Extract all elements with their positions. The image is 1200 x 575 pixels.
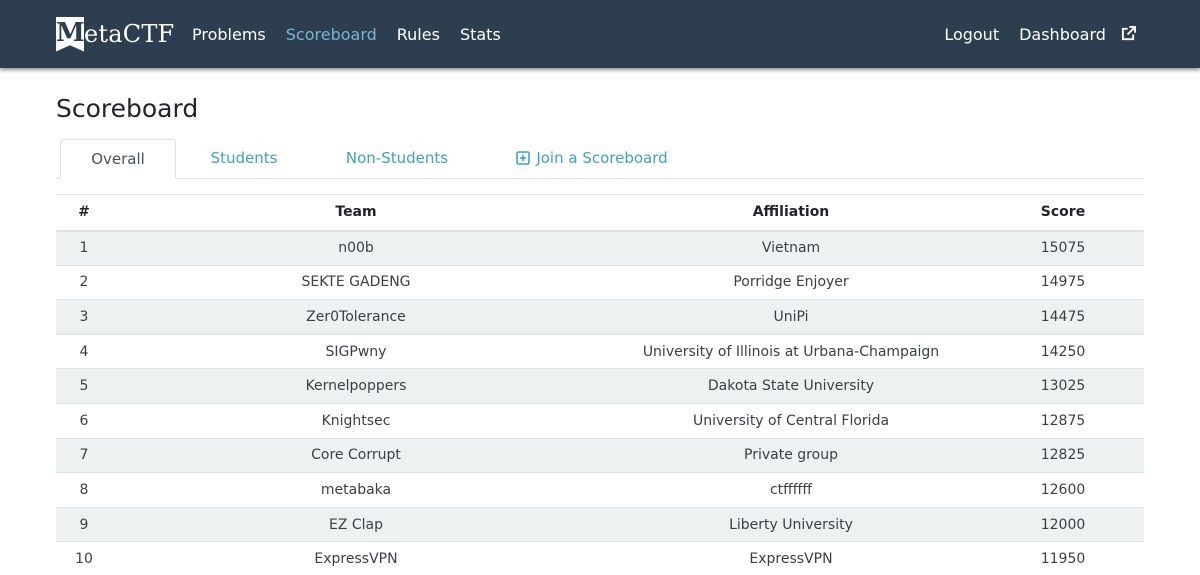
scoreboard-tabs: Overall Students Non-Students Join a Sco… [56, 139, 1144, 179]
cell-affiliation: University of Central Florida [600, 402, 982, 439]
cell-rank: 6 [56, 402, 112, 439]
metactf-logo[interactable]: M etaCTF [56, 16, 174, 52]
cell-team: ExpressVPN [112, 541, 600, 575]
nav-dashboard[interactable]: Dashboard [1019, 25, 1136, 44]
cell-rank: 1 [56, 230, 112, 266]
header-team: Team [112, 194, 600, 232]
cell-score: 13025 [982, 368, 1144, 404]
cell-team: SEKTE GADENG [112, 264, 600, 300]
table-row: 6 Knightsec University of Central Florid… [56, 402, 1144, 439]
table-row: 5 Kernelpoppers Dakota State University … [56, 368, 1144, 404]
cell-affiliation: Vietnam [600, 230, 982, 266]
cell-affiliation: University of Illinois at Urbana-Champai… [600, 333, 982, 369]
cell-affiliation: UniPi [600, 299, 982, 335]
cell-affiliation: ctffffff [600, 472, 982, 508]
header-affiliation: Affiliation [600, 194, 982, 232]
cell-team: n00b [112, 230, 600, 266]
tab-overall[interactable]: Overall [60, 139, 176, 179]
cell-team: EZ Clap [112, 506, 600, 542]
cell-score: 12825 [982, 437, 1144, 473]
table-header-row: # Team Affiliation Score [56, 194, 1144, 232]
cell-affiliation: ExpressVPN [600, 541, 982, 575]
user-nav: Logout Dashboard [924, 0, 1136, 68]
cell-team: metabaka [112, 472, 600, 508]
table-row: 8 metabaka ctffffff 12600 [56, 472, 1144, 508]
brand-name: etaCTF [84, 20, 175, 48]
cell-rank: 10 [56, 541, 112, 575]
external-link-icon [1121, 25, 1136, 40]
cell-rank: 8 [56, 472, 112, 508]
tab-join-scoreboard-label: Join a Scoreboard [536, 149, 668, 167]
table-row: 9 EZ Clap Liberty University 12000 [56, 506, 1144, 542]
cell-team: Knightsec [112, 402, 600, 439]
nav-problems[interactable]: Problems [192, 25, 266, 44]
cell-affiliation: Private group [600, 437, 982, 473]
cell-score: 12600 [982, 472, 1144, 508]
top-navbar: M etaCTF Problems Scoreboard Rules Stats… [0, 0, 1200, 68]
nav-stats[interactable]: Stats [460, 25, 501, 44]
cell-score: 11950 [982, 541, 1144, 575]
nav-logout[interactable]: Logout [944, 25, 999, 44]
cell-team: Zer0Tolerance [112, 299, 600, 335]
nav-rules[interactable]: Rules [397, 25, 440, 44]
cell-affiliation: Liberty University [600, 506, 982, 542]
cell-team: Core Corrupt [112, 437, 600, 473]
cell-rank: 4 [56, 333, 112, 369]
table-row: 1 n00b Vietnam 15075 [56, 230, 1144, 266]
cell-rank: 9 [56, 506, 112, 542]
nav-dashboard-label: Dashboard [1019, 24, 1106, 44]
page-title: Scoreboard [56, 94, 199, 123]
cell-affiliation: Porridge Enjoyer [600, 264, 982, 300]
cell-rank: 2 [56, 264, 112, 300]
cell-affiliation: Dakota State University [600, 368, 982, 404]
cell-score: 14975 [982, 264, 1144, 300]
cell-team: SIGPwny [112, 333, 600, 369]
cell-score: 12875 [982, 402, 1144, 439]
table-row: 2 SEKTE GADENG Porridge Enjoyer 14975 [56, 264, 1144, 300]
cell-score: 14250 [982, 333, 1144, 369]
cell-rank: 3 [56, 299, 112, 335]
cell-score: 14475 [982, 299, 1144, 335]
nav-scoreboard[interactable]: Scoreboard [286, 25, 377, 44]
tab-non-students[interactable]: Non-Students [338, 139, 456, 179]
cell-rank: 7 [56, 437, 112, 473]
tab-join-scoreboard[interactable]: Join a Scoreboard [516, 139, 668, 179]
cell-score: 15075 [982, 230, 1144, 266]
tab-students[interactable]: Students [198, 139, 290, 179]
header-score: Score [982, 194, 1144, 232]
cell-rank: 5 [56, 368, 112, 404]
cell-score: 12000 [982, 506, 1144, 542]
main-nav: Problems Scoreboard Rules Stats [192, 0, 521, 68]
cell-team: Kernelpoppers [112, 368, 600, 404]
logo-badge-icon: M [56, 16, 84, 52]
scoreboard-table: # Team Affiliation Score 1 n00b Vietnam … [56, 194, 1144, 575]
table-row: 4 SIGPwny University of Illinois at Urba… [56, 333, 1144, 369]
header-rank: # [56, 194, 112, 232]
table-row: 10 ExpressVPN ExpressVPN 11950 [56, 541, 1144, 575]
plus-square-icon [516, 151, 531, 165]
table-row: 7 Core Corrupt Private group 12825 [56, 437, 1144, 473]
table-row: 3 Zer0Tolerance UniPi 14475 [56, 299, 1144, 335]
